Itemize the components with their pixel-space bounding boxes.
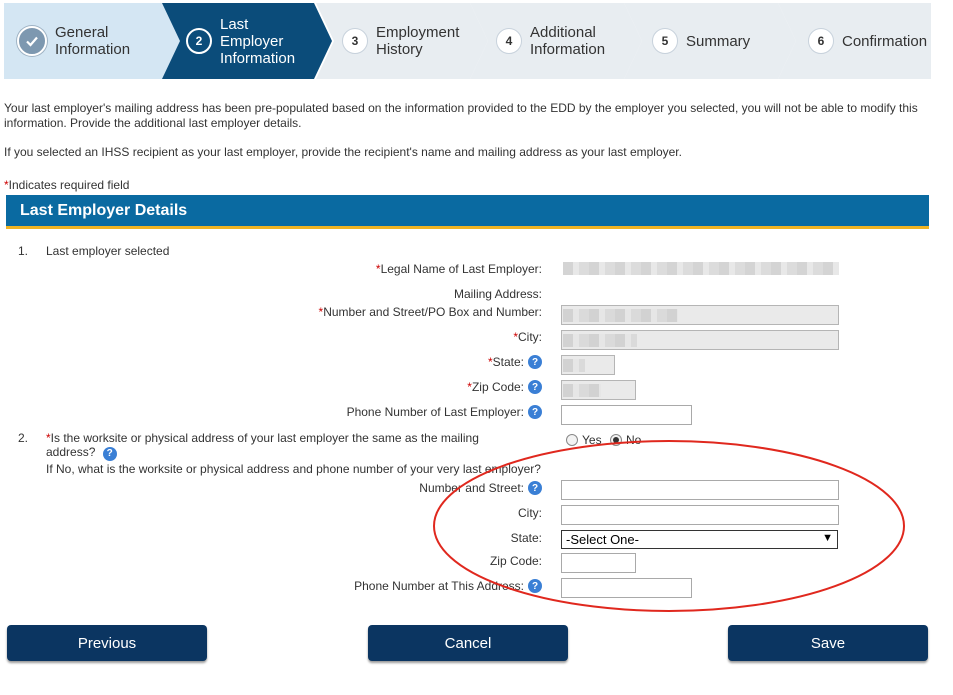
phone-label: Phone Number of Last Employer: ? (347, 405, 542, 419)
radio-button[interactable] (566, 434, 578, 446)
legal-name-value (563, 262, 839, 275)
step-label: Summary (686, 32, 751, 50)
worksite-street-input[interactable] (561, 480, 839, 500)
step-label: Employment History (376, 24, 460, 58)
followup-question: If No, what is the worksite or physical … (46, 462, 541, 476)
worksite-phone-label: Phone Number at This Address: ? (354, 579, 542, 593)
intro-paragraph: Your last employer's mailing address has… (4, 101, 918, 130)
step-label: General Information (55, 24, 131, 58)
step-number: 6 (808, 28, 834, 54)
help-icon[interactable]: ? (528, 579, 542, 593)
worksite-state-select[interactable]: -Select One- ▼ (561, 530, 838, 549)
state-label: * State: ? (488, 355, 542, 369)
previous-button[interactable]: Previous (7, 625, 207, 661)
worksite-zip-label: Zip Code: (489, 554, 542, 568)
step-number: 4 (496, 28, 522, 54)
mailing-address-label: Mailing Address: (453, 287, 542, 301)
question-number: 2. (18, 431, 29, 445)
worksite-phone-input[interactable] (561, 578, 692, 598)
city-label: * City: (513, 330, 542, 344)
worksite-city-label: City: (518, 506, 542, 520)
step-label: Confirmation (842, 32, 928, 50)
step-number: 5 (652, 28, 678, 54)
employer-phone-input[interactable] (561, 405, 692, 425)
radio-yes[interactable]: Yes (566, 433, 602, 447)
question-text: *Is the worksite or physical address of … (46, 431, 479, 461)
radio-button[interactable] (610, 434, 622, 446)
save-button[interactable]: Save (728, 625, 928, 661)
step-label: Last Employer Information (220, 15, 296, 67)
required-field-note: *Indicates required field (4, 178, 130, 192)
help-icon[interactable]: ? (102, 447, 117, 461)
question-text: Last employer selected (46, 244, 170, 258)
dropdown-arrow-icon: ▼ (822, 532, 833, 544)
step-label: Additional Information (530, 24, 606, 58)
intro-paragraph: If you selected an IHSS recipient as you… (4, 145, 682, 159)
worksite-state-label: State: (510, 531, 542, 545)
step-confirmation[interactable]: 6 Confirmation (778, 3, 931, 79)
check-icon (17, 26, 47, 56)
mailing-city-value (563, 334, 637, 347)
step-number: 3 (342, 28, 368, 54)
radio-no[interactable]: No (610, 433, 641, 447)
street-label: * Number and Street/PO Box and Number: (318, 305, 542, 319)
step-general-information[interactable]: General Information (4, 3, 182, 79)
mailing-street-value (563, 309, 678, 322)
cancel-button[interactable]: Cancel (368, 625, 568, 661)
step-additional-information[interactable]: 4 Additional Information (470, 3, 642, 79)
help-icon[interactable]: ? (528, 405, 542, 419)
intro-text: Your last employer's mailing address has… (4, 101, 939, 174)
step-number: 2 (186, 28, 212, 54)
help-icon[interactable]: ? (528, 355, 542, 369)
progress-stepper: General Information 2 Last Employer Info… (4, 3, 931, 79)
section-header: Last Employer Details (6, 195, 929, 229)
worksite-city-input[interactable] (561, 505, 839, 525)
zip-label: * Zip Code: ? (467, 380, 542, 394)
mailing-zip-value (563, 384, 601, 397)
mailing-state-value (563, 359, 585, 372)
legal-name-label: * Legal Name of Last Employer: (375, 262, 542, 276)
worksite-zip-input[interactable] (561, 553, 636, 573)
step-employment-history[interactable]: 3 Employment History (316, 3, 488, 79)
help-icon[interactable]: ? (528, 380, 542, 394)
step-last-employer-information[interactable]: 2 Last Employer Information (162, 3, 332, 79)
question-number: 1. (18, 244, 29, 258)
help-icon[interactable]: ? (528, 481, 542, 495)
step-summary[interactable]: 5 Summary (624, 3, 796, 79)
worksite-street-label: Number and Street: ? (419, 481, 542, 495)
